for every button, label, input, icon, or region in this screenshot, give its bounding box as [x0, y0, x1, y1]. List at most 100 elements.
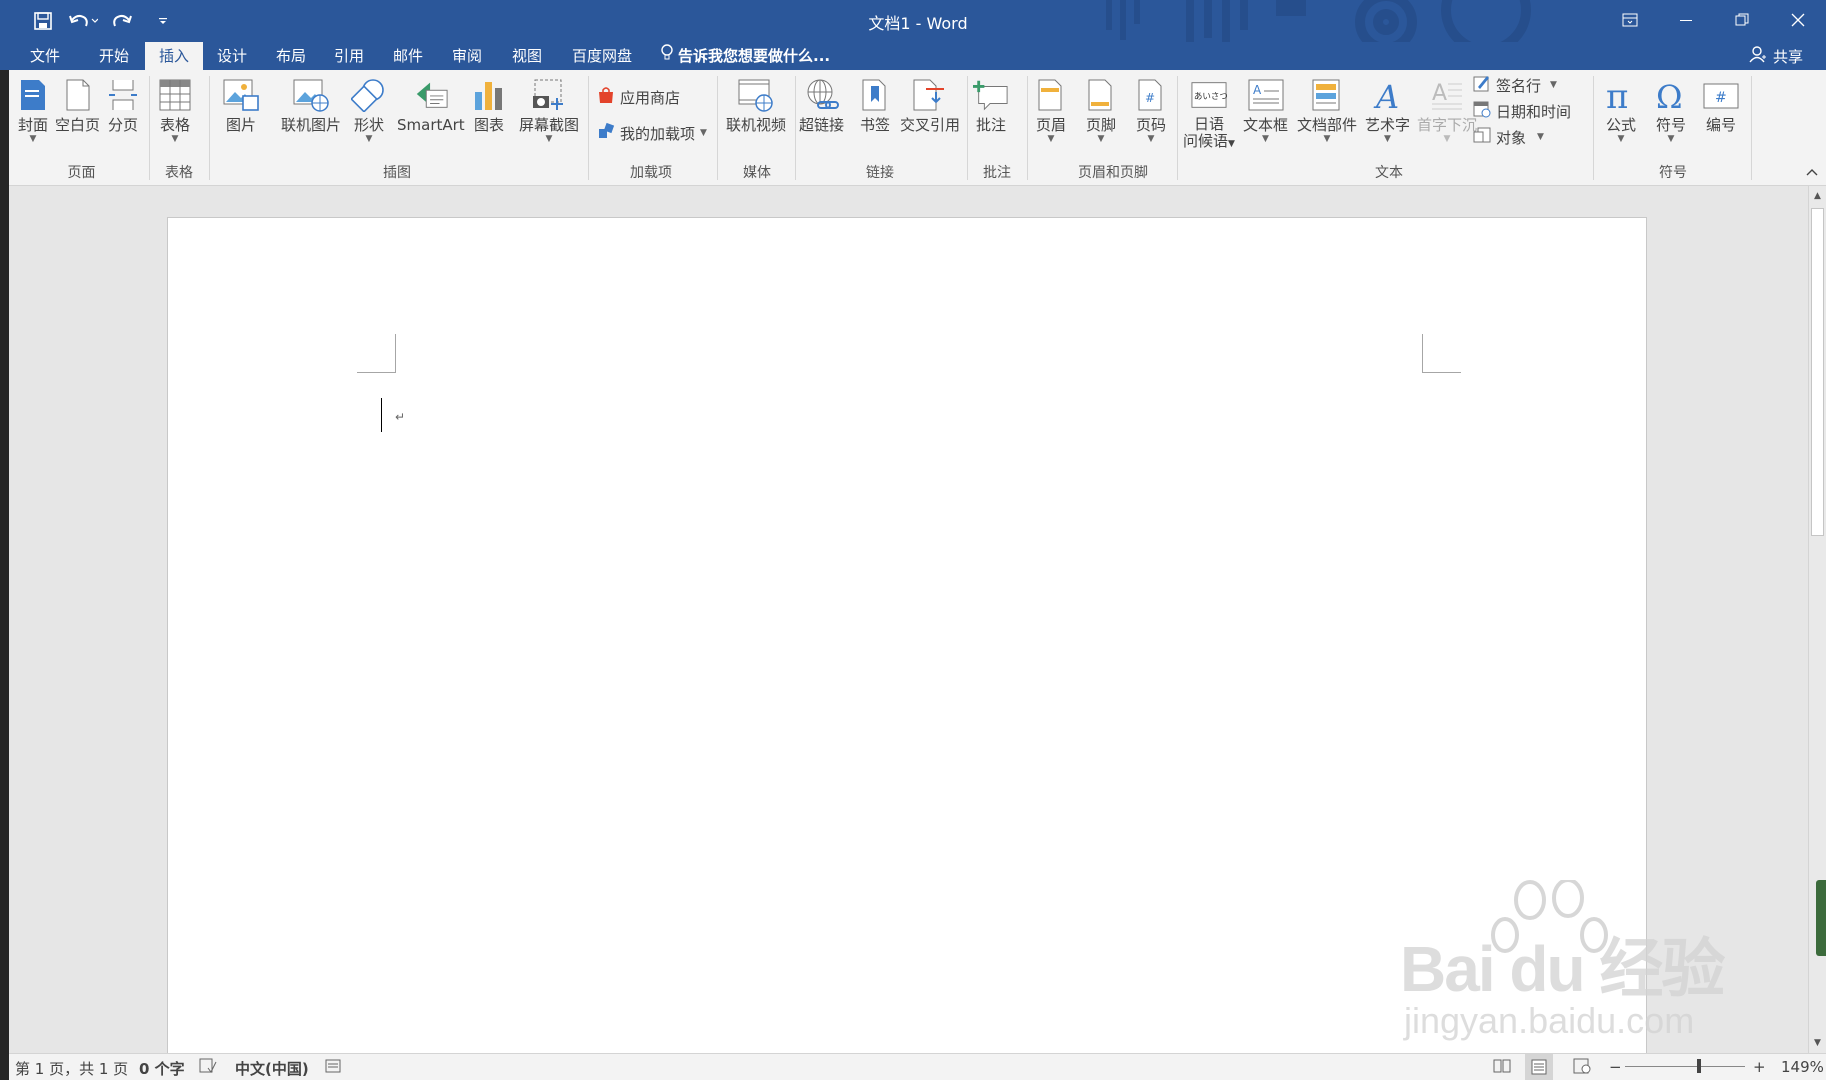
zoom-out-button[interactable]: − — [1609, 1058, 1622, 1076]
wordart-icon: A — [1370, 76, 1406, 114]
svg-text:#: # — [1715, 90, 1727, 106]
group-separator — [795, 76, 796, 180]
group-label-header-footer: 页眉和页脚 — [1078, 165, 1148, 181]
tab-layout[interactable]: 布局 — [264, 42, 318, 70]
store-icon — [597, 86, 615, 108]
restore-icon[interactable] — [1714, 0, 1770, 40]
zoom-level[interactable]: 149% — [1781, 1058, 1824, 1076]
wordart-button[interactable]: A 艺术字 ▼ — [1365, 76, 1410, 144]
group-label-pages: 页面 — [67, 165, 96, 181]
chevron-down-icon: ▼ — [700, 128, 707, 138]
online-picture-button[interactable]: 联机图片 — [281, 76, 341, 134]
zoom-slider[interactable] — [1625, 1066, 1745, 1067]
scrollbar-thumb[interactable] — [1811, 208, 1824, 536]
group-separator — [1751, 76, 1752, 180]
drop-cap-button[interactable]: A 首字下沉 ▼ — [1417, 76, 1477, 144]
tab-review[interactable]: 审阅 — [440, 42, 494, 70]
group-separator — [1593, 76, 1594, 180]
scroll-down-icon[interactable]: ▼ — [1809, 1035, 1826, 1051]
tab-baidu-netdisk[interactable]: 百度网盘 — [562, 42, 642, 70]
share-label: 共享 — [1772, 48, 1803, 66]
tab-insert[interactable]: 插入 — [145, 42, 203, 70]
footer-button[interactable]: 页脚 ▼ — [1083, 76, 1119, 144]
language-indicator[interactable]: 中文(中国) — [235, 1058, 309, 1079]
margin-corner-top-left — [357, 334, 396, 373]
quick-parts-button[interactable]: 文档部件 ▼ — [1297, 76, 1357, 144]
group-separator — [209, 76, 210, 180]
svg-text:A: A — [1432, 81, 1447, 106]
chart-button[interactable]: 图表 — [471, 76, 507, 134]
calendar-clock-icon — [1473, 100, 1491, 122]
zoom-in-button[interactable]: + — [1753, 1058, 1766, 1076]
group-separator — [588, 76, 589, 180]
document-page[interactable] — [167, 217, 1647, 1059]
picture-button[interactable]: 图片 — [223, 76, 259, 134]
store-button[interactable]: 应用商店 — [597, 86, 680, 108]
tab-home[interactable]: 开始 — [80, 42, 148, 70]
pi-icon: π — [1603, 76, 1639, 114]
chevron-down-icon: ▼ — [1617, 134, 1625, 144]
table-button[interactable]: 表格 ▼ — [157, 76, 193, 144]
tab-design[interactable]: 设计 — [205, 42, 259, 70]
bookmark-button[interactable]: 书签 — [857, 76, 893, 134]
japanese-greeting-button[interactable]: あいさつ 日语 问候语▼ — [1183, 76, 1235, 153]
screenshot-icon — [531, 76, 567, 114]
online-video-button[interactable]: 联机视频 — [726, 76, 786, 134]
person-icon — [1749, 45, 1767, 70]
chevron-down-icon: ▼ — [1537, 132, 1544, 142]
hyperlink-button[interactable]: 超链接 — [799, 76, 844, 134]
tab-references[interactable]: 引用 — [322, 42, 376, 70]
proofing-icon[interactable] — [199, 1058, 217, 1078]
equation-button[interactable]: π 公式 ▼ — [1603, 76, 1639, 144]
chart-icon — [471, 76, 507, 114]
comment-icon — [973, 76, 1009, 114]
symbol-button[interactable]: Ω 符号 ▼ — [1653, 76, 1689, 144]
tab-file[interactable]: 文件 — [14, 42, 76, 70]
web-layout-icon[interactable] — [1573, 1058, 1591, 1078]
addins-icon — [597, 122, 615, 144]
group-label-links: 链接 — [866, 165, 894, 181]
text-box-icon: A — [1248, 76, 1284, 114]
chevron-down-icon: ▼ — [1550, 80, 1557, 90]
collapse-ribbon-icon[interactable] — [1806, 166, 1818, 180]
smartart-button[interactable]: SmartArt — [397, 76, 465, 134]
picture-icon — [223, 76, 259, 114]
text-box-button[interactable]: A 文本框 ▼ — [1243, 76, 1288, 144]
group-separator — [717, 76, 718, 180]
close-icon[interactable] — [1770, 0, 1826, 40]
word-count[interactable]: 0 个字 — [139, 1058, 185, 1079]
header-button[interactable]: 页眉 ▼ — [1033, 76, 1069, 144]
ribbon-display-options-icon[interactable] — [1602, 0, 1658, 40]
object-button[interactable]: 对象 ▼ — [1473, 126, 1544, 148]
minimize-icon[interactable] — [1658, 0, 1714, 40]
omega-icon: Ω — [1653, 76, 1689, 114]
zoom-slider-thumb[interactable] — [1697, 1059, 1702, 1073]
date-time-button[interactable]: 日期和时间 — [1473, 100, 1571, 122]
signature-line-button[interactable]: 签名行 ▼ — [1473, 74, 1557, 96]
group-separator — [967, 76, 968, 180]
screenshot-button[interactable]: 屏幕截图 ▼ — [519, 76, 579, 144]
cross-reference-button[interactable]: 交叉引用 — [900, 76, 960, 134]
cover-page-button[interactable]: 封面 ▼ — [15, 76, 51, 144]
header-icon — [1033, 76, 1069, 114]
macro-record-icon[interactable] — [325, 1058, 341, 1078]
tab-view[interactable]: 视图 — [500, 42, 554, 70]
shapes-button[interactable]: 形状 ▼ — [351, 76, 387, 144]
chevron-down-icon: ▼ — [171, 134, 179, 144]
share-button[interactable]: 共享 — [1742, 44, 1810, 70]
read-mode-icon[interactable] — [1493, 1058, 1511, 1078]
scroll-up-icon[interactable]: ▲ — [1809, 188, 1826, 204]
page-info[interactable]: 第 1 页，共 1 页 — [15, 1058, 128, 1079]
new-comment-button[interactable]: 批注 — [973, 76, 1009, 134]
tell-me-box[interactable]: 告诉我您想要做什么... — [660, 42, 830, 70]
blank-page-button[interactable]: 空白页 — [55, 76, 100, 134]
my-addins-button[interactable]: 我的加载项 ▼ — [597, 122, 707, 144]
numbering-button[interactable]: # 编号 — [1703, 76, 1739, 134]
page-break-button[interactable]: 分页 — [105, 76, 141, 134]
tab-mailings[interactable]: 邮件 — [381, 42, 435, 70]
page-number-button[interactable]: # 页码 ▼ — [1133, 76, 1169, 144]
print-layout-icon[interactable] — [1525, 1054, 1553, 1080]
group-label-addins: 加载项 — [630, 165, 672, 181]
svg-text:#: # — [1145, 91, 1155, 105]
group-label-text: 文本 — [1375, 165, 1403, 181]
